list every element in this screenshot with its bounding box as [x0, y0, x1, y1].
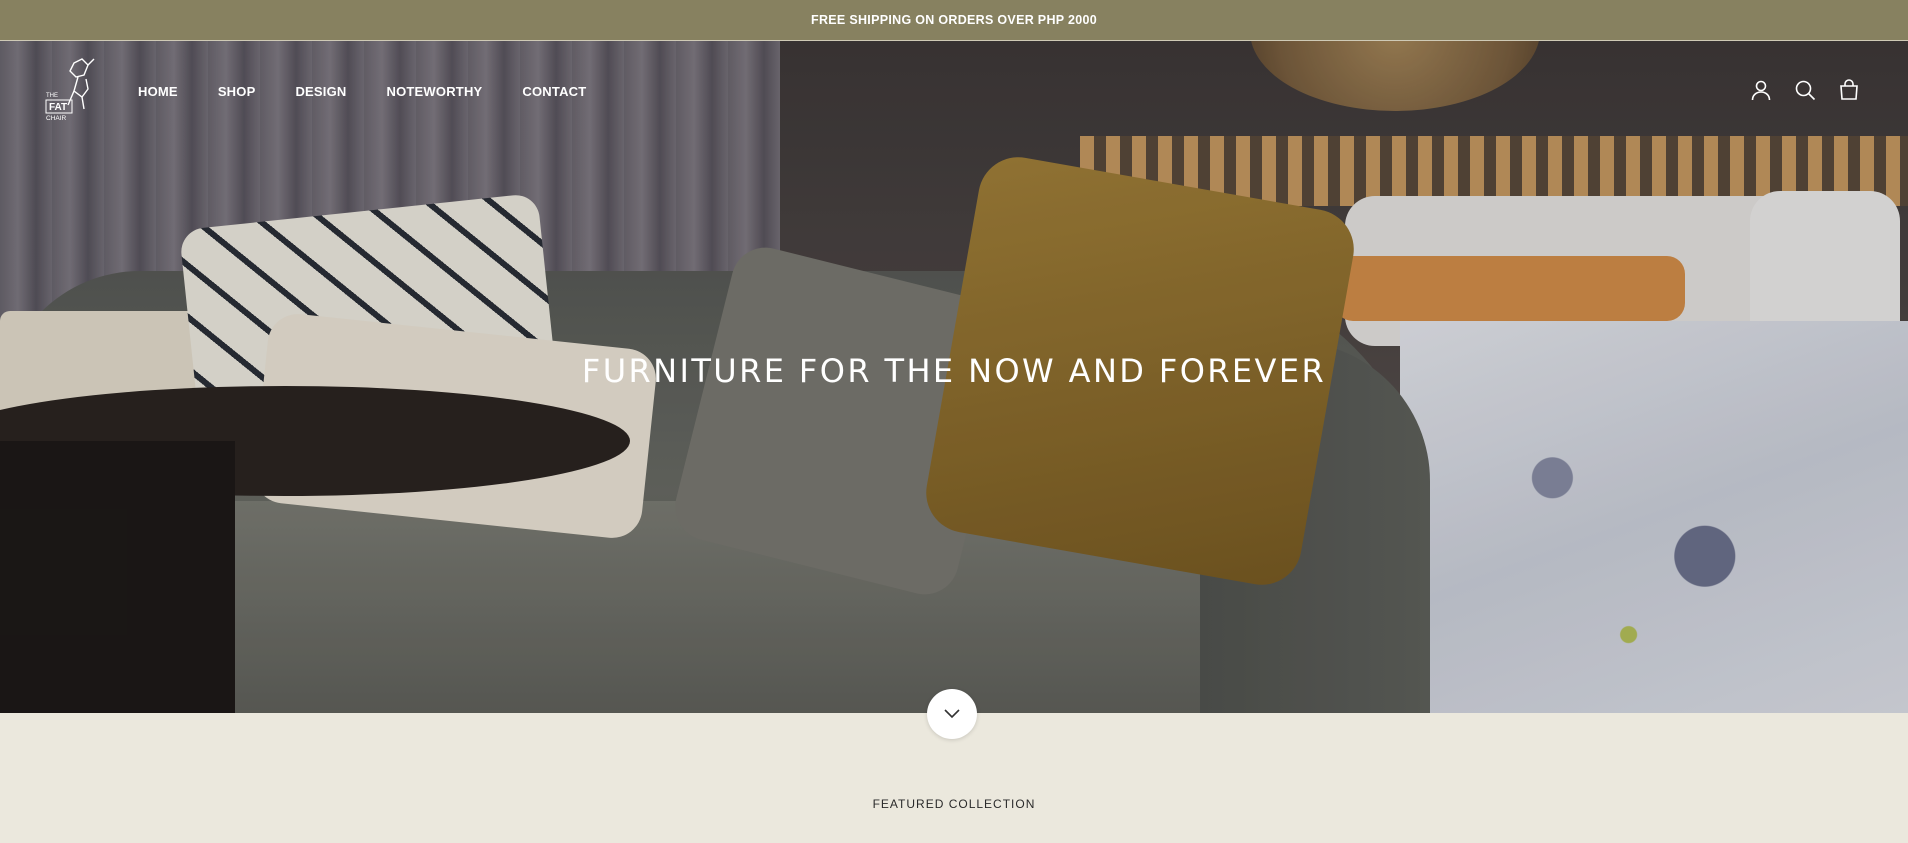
- cart-icon[interactable]: [1838, 79, 1860, 101]
- nav-item-home[interactable]: HOME: [138, 84, 178, 99]
- nav-item-noteworthy[interactable]: NOTEWORTHY: [387, 84, 483, 99]
- brand-logo[interactable]: THE FAT CHAIR: [44, 57, 102, 123]
- logo-text-chair: CHAIR: [46, 115, 67, 122]
- scroll-down-button[interactable]: [927, 689, 977, 739]
- nav-item-shop[interactable]: SHOP: [218, 84, 256, 99]
- hero-title: FURNITURE FOR THE NOW AND FOREVER: [581, 352, 1327, 390]
- announcement-bar: FREE SHIPPING ON ORDERS OVER PHP 2000: [0, 0, 1908, 41]
- logo-text-the: THE: [46, 93, 58, 99]
- logo-text-fat: FAT: [49, 102, 67, 113]
- nav-item-contact[interactable]: CONTACT: [522, 84, 586, 99]
- header-actions: [1750, 79, 1860, 101]
- announcement-text: FREE SHIPPING ON ORDERS OVER PHP 2000: [811, 13, 1097, 27]
- main-navigation: HOME SHOP DESIGN NOTEWORTHY CONTACT: [138, 41, 626, 141]
- featured-collection-heading: FEATURED COLLECTION: [872, 797, 1036, 811]
- chevron-down-icon: [944, 709, 960, 719]
- fat-chair-logo-icon: THE FAT CHAIR: [45, 58, 95, 122]
- site-header: THE FAT CHAIR HOME SHOP DESIGN NOTEWORTH…: [0, 41, 1908, 141]
- account-icon[interactable]: [1750, 79, 1772, 101]
- nav-item-design[interactable]: DESIGN: [295, 84, 346, 99]
- search-icon[interactable]: [1794, 79, 1816, 101]
